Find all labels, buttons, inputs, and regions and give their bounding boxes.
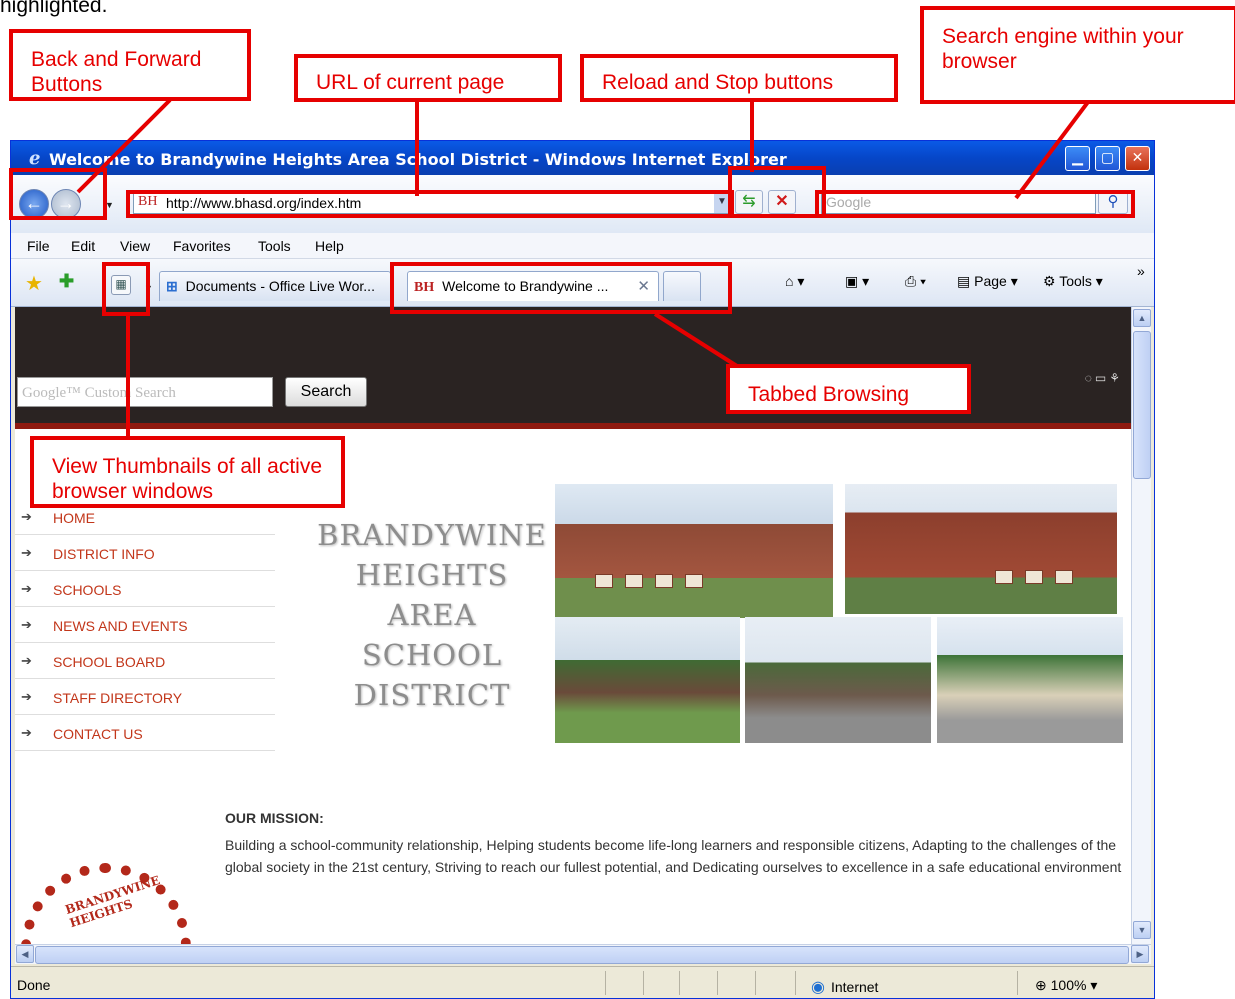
callout-search-engine: Search engine within your browser <box>920 6 1235 104</box>
stop-button[interactable]: ✕ <box>768 190 796 214</box>
tab-list-dropdown-icon[interactable]: ▼ <box>144 283 153 293</box>
feeds-icon[interactable]: ▣ ▾ <box>845 273 869 290</box>
site-search-input[interactable]: Google™ Custom Search <box>17 377 273 407</box>
globe-icon: ◉ <box>811 979 825 996</box>
tab-documents[interactable]: ⊞ Documents - Office Live Wor... <box>159 271 391 301</box>
chevron-more-icon[interactable]: » <box>1137 263 1145 279</box>
refresh-button[interactable]: ⇆ <box>735 190 763 214</box>
close-button[interactable]: ✕ <box>1125 146 1150 171</box>
nav-item-school-board[interactable]: ➔ SCHOOL BOARD <box>15 643 275 679</box>
menu-file[interactable]: File <box>27 238 50 254</box>
title-bar: ℯ Welcome to Brandywine Heights Area Sch… <box>11 141 1154 175</box>
address-url: http://www.bhasd.org/index.htm <box>166 195 362 211</box>
mission-text: Building a school-community relationship… <box>225 837 1122 875</box>
district-name: BRANDYWINE HEIGHTS AREA SCHOOL DISTRICT <box>317 518 547 712</box>
browser-window: ℯ Welcome to Brandywine Heights Area Sch… <box>10 140 1155 999</box>
maximize-button[interactable]: ▢ <box>1095 146 1120 171</box>
page-menu-label: Page <box>974 273 1007 289</box>
nav-item-district-info[interactable]: ➔ DISTRICT INFO <box>15 535 275 571</box>
horizontal-scroll-thumb[interactable] <box>35 946 1129 964</box>
scroll-up-icon[interactable]: ▲ <box>1133 309 1151 327</box>
print-icon[interactable]: ⎙ ▾ <box>905 273 926 290</box>
history-dropdown-icon[interactable]: ▼ <box>105 200 114 210</box>
arrow-icon: ➔ <box>21 581 32 596</box>
page-menu-button[interactable]: ▤ Page ▾ <box>957 273 1018 290</box>
status-text: Done <box>17 977 51 993</box>
navigation-bar: ← → ▼ BH http://www.bhasd.org/index.htm … <box>11 175 1154 233</box>
arrow-icon: ➔ <box>21 689 32 704</box>
school-photo <box>745 617 931 743</box>
tools-menu-button[interactable]: ⚙ Tools ▾ <box>1043 273 1103 290</box>
ie-logo-icon: ℯ <box>29 148 41 169</box>
arrow-icon: ➔ <box>21 509 32 524</box>
nav-item-schools[interactable]: ➔ SCHOOLS <box>15 571 275 607</box>
vertical-scrollbar[interactable]: ▲ ▼ <box>1131 307 1151 944</box>
status-bar: Done ◉ Internet ⊕ 100% ▾ <box>11 966 1154 998</box>
forward-button[interactable]: → <box>51 189 81 219</box>
quick-tabs-thumbnails-icon[interactable]: ▦ <box>111 275 131 295</box>
district-seal-logo: BRANDYWINE HEIGHTS <box>21 863 191 944</box>
nav-item-staff-directory[interactable]: ➔ STAFF DIRECTORY <box>15 679 275 715</box>
window-title: Welcome to Brandywine Heights Area Schoo… <box>49 150 787 169</box>
menu-view[interactable]: View <box>120 238 150 254</box>
back-button[interactable]: ← <box>19 189 49 219</box>
menu-bar: File Edit View Favorites Tools Help <box>11 233 1154 259</box>
close-tab-icon[interactable]: ✕ <box>637 277 650 295</box>
address-bar[interactable]: BH http://www.bhasd.org/index.htm ▼ <box>133 190 731 214</box>
arrow-icon: ➔ <box>21 617 32 632</box>
address-dropdown-icon[interactable]: ▼ <box>714 191 730 213</box>
scroll-left-icon[interactable]: ◀ <box>16 945 34 963</box>
menu-edit[interactable]: Edit <box>71 238 95 254</box>
school-photo <box>555 484 833 618</box>
home-icon[interactable]: ⌂ ▾ <box>785 273 804 290</box>
seal-text: BRANDYWINE HEIGHTS <box>63 873 162 931</box>
site-utility-icons[interactable]: ◌▭⚘ <box>1085 371 1123 385</box>
menu-tools[interactable]: Tools <box>258 238 291 254</box>
nav-item-news-and-events[interactable]: ➔ NEWS AND EVENTS <box>15 607 275 643</box>
new-tab-button[interactable] <box>663 271 701 301</box>
school-photo <box>845 484 1117 614</box>
browser-search-input[interactable]: Google <box>821 190 1096 214</box>
arrow-icon: ➔ <box>21 545 32 560</box>
google-custom-search-hint: Google™ Custom Search <box>22 385 176 401</box>
tab-label: Documents - Office Live Wor... <box>185 278 375 294</box>
callout-reload-stop: Reload and Stop buttons <box>580 54 898 102</box>
zoom-level[interactable]: ⊕ 100% ▾ <box>1035 977 1097 994</box>
intro-text: highlighted. <box>0 0 108 17</box>
security-zone[interactable]: ◉ Internet <box>811 977 878 997</box>
search-icon[interactable]: ⚲ <box>1098 190 1128 214</box>
favorites-star-icon[interactable]: ★ <box>25 271 43 296</box>
nav-item-contact-us[interactable]: ➔ CONTACT US <box>15 715 275 751</box>
minimize-button[interactable]: ▁ <box>1065 146 1090 171</box>
add-favorite-icon[interactable]: ✚ <box>59 271 74 292</box>
menu-favorites[interactable]: Favorites <box>173 238 231 254</box>
scroll-down-icon[interactable]: ▼ <box>1133 921 1151 939</box>
arrow-icon: ➔ <box>21 725 32 740</box>
tools-menu-label: Tools <box>1059 273 1092 289</box>
scroll-right-icon[interactable]: ▶ <box>1131 945 1149 963</box>
menu-help[interactable]: Help <box>315 238 344 254</box>
zoom-icon: ⊕ <box>1035 977 1047 993</box>
school-photo <box>555 617 740 743</box>
site-favicon: BH <box>138 194 158 209</box>
site-favicon: BH <box>414 280 435 295</box>
tab-label: Welcome to Brandywine ... <box>442 278 609 294</box>
site-search-button[interactable]: Search <box>285 377 367 407</box>
mission-heading: OUR MISSION: <box>225 810 324 826</box>
vertical-scroll-thumb[interactable] <box>1133 331 1151 479</box>
callout-url: URL of current page <box>294 54 562 102</box>
tab-brandywine[interactable]: BH Welcome to Brandywine ... ✕ <box>407 271 659 301</box>
callout-back-forward: Back and Forward Buttons <box>9 29 251 101</box>
arrow-icon: ➔ <box>21 653 32 668</box>
tab-bar: ★ ✚ ▦ ▼ ⊞ Documents - Office Live Wor...… <box>11 259 1154 307</box>
school-photo <box>937 617 1123 743</box>
office-live-icon: ⊞ <box>166 278 178 294</box>
callout-tabbed-browsing: Tabbed Browsing <box>726 364 971 414</box>
callout-thumbnails: View Thumbnails of all active browser wi… <box>30 436 345 508</box>
horizontal-scrollbar[interactable]: ◀ ▶ <box>15 944 1151 964</box>
